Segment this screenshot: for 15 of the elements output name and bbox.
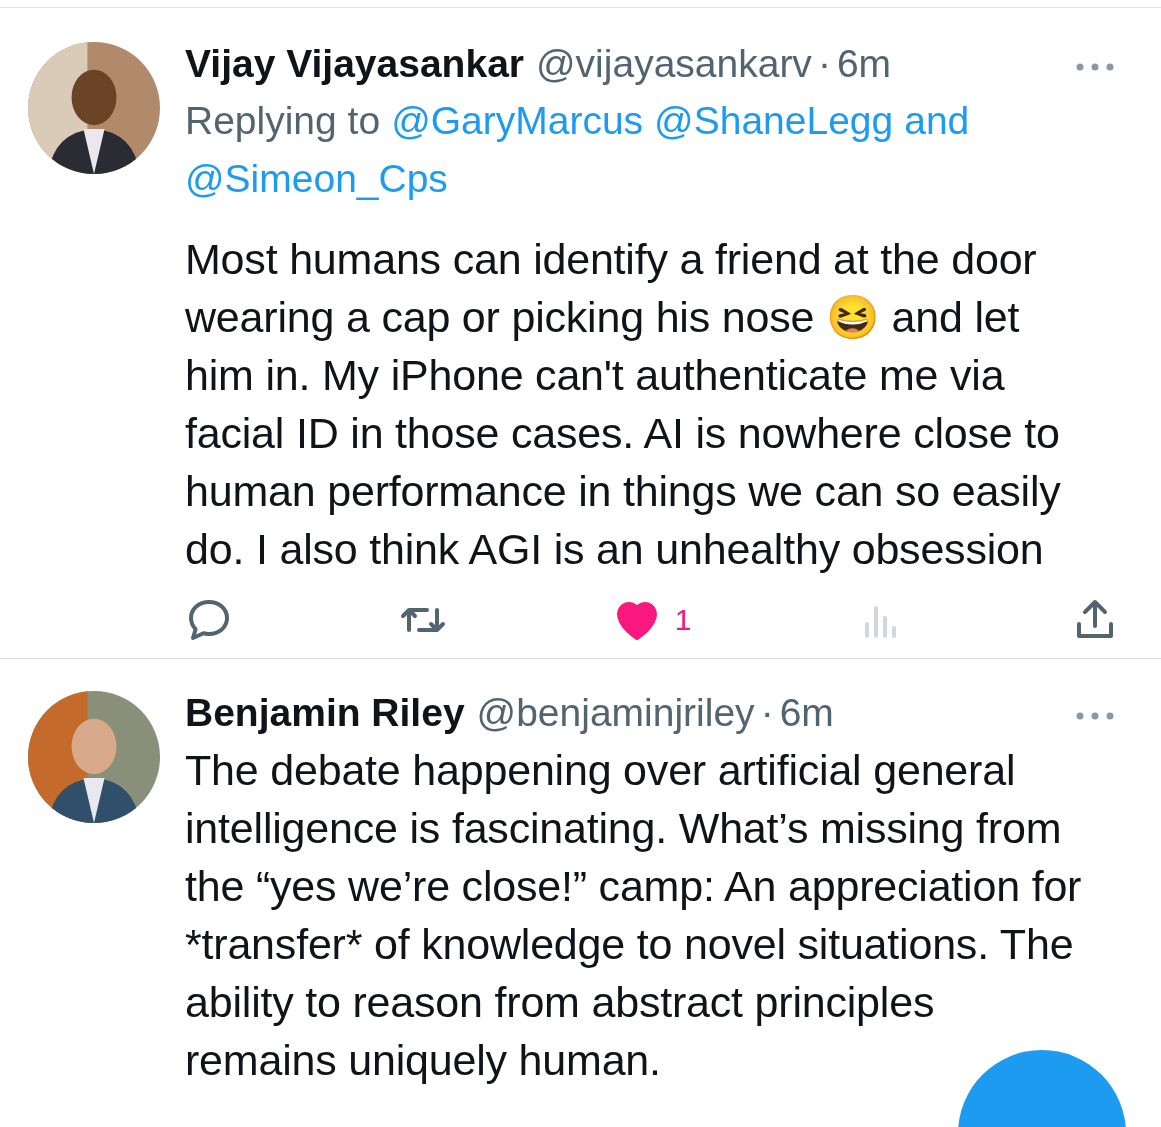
post-time: 6m bbox=[779, 691, 834, 735]
post-time: 6m bbox=[836, 42, 892, 86]
separator-dot: · bbox=[760, 691, 774, 735]
author-handle[interactable]: @benjaminjriley bbox=[476, 691, 755, 735]
more-icon[interactable] bbox=[1075, 711, 1115, 721]
more-icon[interactable] bbox=[1075, 62, 1115, 72]
author-name[interactable]: Benjamin Riley bbox=[185, 691, 465, 735]
replying-label: Replying to bbox=[185, 98, 381, 144]
separator-dot: · bbox=[817, 42, 831, 86]
post-text: The debate happening over artificial general intelligence is fascinating. What’s missing from the “yes we’re close!” camp: An appreciation for *transfer* of knowledge to novel situations. The ability to reason from abstract principles remains uniquely human. bbox=[185, 745, 1083, 1086]
like-count: 1 bbox=[674, 603, 692, 637]
author-handle[interactable]: @vijayasankarv bbox=[536, 42, 812, 86]
post-text: Most humans can identify a friend at the door wearing a cap or picking his nose 😆 and let him in. My iPhone can't authenticate me via facial ID in those cases. AI is nowhere close to human performance in things we can so easily do. I also think AGI is an unhealthy obsession bbox=[185, 234, 1062, 575]
author-name[interactable]: Vijay Vijayasankar bbox=[185, 42, 524, 86]
conjunction-text: and bbox=[904, 98, 970, 144]
